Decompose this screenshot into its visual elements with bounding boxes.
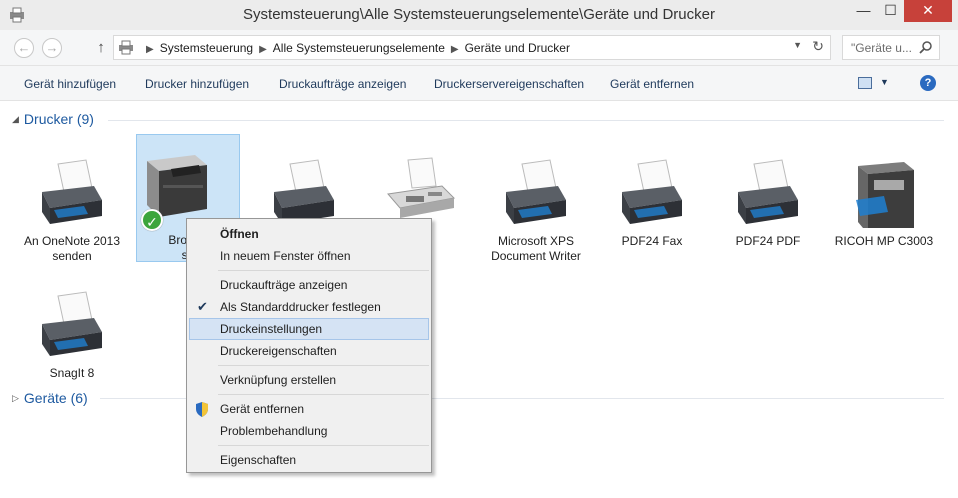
- close-button[interactable]: ✕: [904, 0, 952, 22]
- menu-separator: [218, 270, 429, 271]
- address-bar[interactable]: ▶ Systemsteuerung ▶ Alle Systemsteuerungsel…: [113, 35, 831, 60]
- printer-item[interactable]: SnagIt 8: [20, 268, 124, 396]
- menu-item-label: Gerät entfernen: [220, 402, 305, 416]
- menu-item-remove-device[interactable]: Gerät entfernen: [189, 398, 429, 420]
- collapse-arrow-icon[interactable]: ◢: [12, 114, 19, 124]
- menu-item-printer-properties[interactable]: Druckereigenschaften: [189, 340, 429, 362]
- remove-device-button[interactable]: Gerät entfernen: [610, 77, 694, 91]
- menu-item-show-print-jobs[interactable]: Druckaufträge anzeigen: [189, 274, 429, 296]
- up-button[interactable]: ↑: [93, 38, 109, 58]
- printer-item[interactable]: PDF24 PDF: [716, 136, 820, 264]
- search-icon[interactable]: [919, 40, 933, 54]
- add-printer-button[interactable]: Drucker hinzufügen: [145, 77, 249, 91]
- menu-item-troubleshoot[interactable]: Problembehandlung: [189, 420, 429, 442]
- menu-item-label: Als Standarddrucker festlegen: [220, 300, 381, 314]
- back-button[interactable]: ←: [14, 38, 34, 58]
- menu-separator: [218, 394, 429, 395]
- breadcrumb-separator-icon[interactable]: ▶: [146, 44, 154, 55]
- devices-group-header[interactable]: ▷ Geräte (6): [12, 390, 88, 406]
- minimize-button[interactable]: —: [850, 0, 877, 22]
- printer-icon: [738, 159, 798, 224]
- breadcrumb-separator-icon[interactable]: ▶: [259, 44, 267, 55]
- control-panel-icon: [119, 40, 133, 55]
- printer-icon: [42, 291, 102, 356]
- printer-label: An OneNote 2013 senden: [23, 234, 121, 263]
- printer-label: SnagIt 8: [49, 366, 95, 380]
- help-icon[interactable]: ?: [920, 75, 936, 91]
- multifunction-printer-icon: [856, 162, 914, 228]
- command-bar: Gerät hinzufügen Drucker hinzufügen Druc…: [0, 66, 958, 101]
- default-printer-check-icon: ✓: [141, 209, 163, 231]
- search-placeholder: "Geräte u...: [851, 41, 912, 55]
- print-server-properties-button[interactable]: Druckerservereigenschaften: [434, 77, 584, 91]
- search-input[interactable]: "Geräte u...: [842, 35, 940, 60]
- uac-shield-icon: [196, 402, 208, 417]
- printer-label: RICOH MP C3003: [834, 234, 934, 248]
- menu-separator: [218, 365, 429, 366]
- breadcrumb-item-geraete-drucker[interactable]: Geräte und Drucker: [465, 41, 570, 55]
- breadcrumb-separator-icon[interactable]: ▶: [451, 44, 459, 55]
- add-device-button[interactable]: Gerät hinzufügen: [24, 77, 116, 91]
- printer-label: PDF24 Fax: [621, 234, 683, 248]
- menu-separator: [218, 445, 429, 446]
- breadcrumb-item-alle-elemente[interactable]: Alle Systemsteuerungselemente: [273, 41, 445, 55]
- address-dropdown-icon[interactable]: ▼: [793, 40, 802, 50]
- printers-group-header[interactable]: ◢ Drucker (9): [12, 111, 94, 127]
- breadcrumb-item-systemsteuerung[interactable]: Systemsteuerung: [160, 41, 253, 55]
- printer-label: Microsoft XPS Document Writer: [491, 234, 581, 263]
- printer-item[interactable]: An OneNote 2013 senden: [20, 136, 124, 264]
- group-divider: [108, 120, 944, 121]
- printer-icon: [42, 159, 102, 224]
- change-view-icon[interactable]: [858, 77, 872, 89]
- address-row: ← → ↑ ▶ Systemsteuerung ▶ Alle Systemsteuer…: [0, 30, 958, 66]
- title-bar: Systemsteuerung\Alle Systemsteuerungsele…: [0, 0, 958, 30]
- printer-item[interactable]: Microsoft XPS Document Writer: [484, 136, 588, 264]
- refresh-icon[interactable]: ↻: [812, 38, 824, 55]
- view-dropdown-icon[interactable]: ▼: [880, 77, 889, 87]
- maximize-button[interactable]: ☐: [877, 0, 904, 22]
- expand-arrow-icon[interactable]: ▷: [12, 393, 19, 403]
- group-divider: [432, 398, 944, 399]
- printer-icon: [506, 159, 566, 224]
- menu-item-open-new-window[interactable]: In neuem Fenster öffnen: [189, 245, 429, 267]
- menu-item-properties[interactable]: Eigenschaften: [189, 449, 429, 471]
- menu-item-create-shortcut[interactable]: Verknüpfung erstellen: [189, 369, 429, 391]
- group-divider: [100, 398, 186, 399]
- breadcrumb: ▶ Systemsteuerung ▶ Alle Systemsteuerungsel…: [140, 41, 570, 55]
- forward-button[interactable]: →: [42, 38, 62, 58]
- checkmark-icon: ✔: [197, 299, 208, 314]
- printer-label: PDF24 PDF: [735, 234, 801, 248]
- devices-and-printers-window: Systemsteuerung\Alle Systemsteuerungsele…: [0, 0, 958, 498]
- menu-item-print-settings[interactable]: Druckeinstellungen: [189, 318, 429, 340]
- menu-item-set-default[interactable]: ✔ Als Standarddrucker festlegen: [189, 296, 429, 318]
- context-menu: Öffnen In neuem Fenster öffnen Druckauft…: [186, 218, 432, 473]
- devices-group-title: Geräte (6): [23, 390, 88, 406]
- window-title: Systemsteuerung\Alle Systemsteuerungsele…: [243, 6, 715, 23]
- printer-icon: [622, 159, 682, 224]
- printers-group-title: Drucker (9): [23, 111, 94, 127]
- printer-item[interactable]: PDF24 Fax: [600, 136, 704, 264]
- printer-item[interactable]: RICOH MP C3003: [832, 136, 936, 264]
- menu-item-open[interactable]: Öffnen: [189, 223, 429, 245]
- show-print-jobs-button[interactable]: Druckaufträge anzeigen: [279, 77, 406, 91]
